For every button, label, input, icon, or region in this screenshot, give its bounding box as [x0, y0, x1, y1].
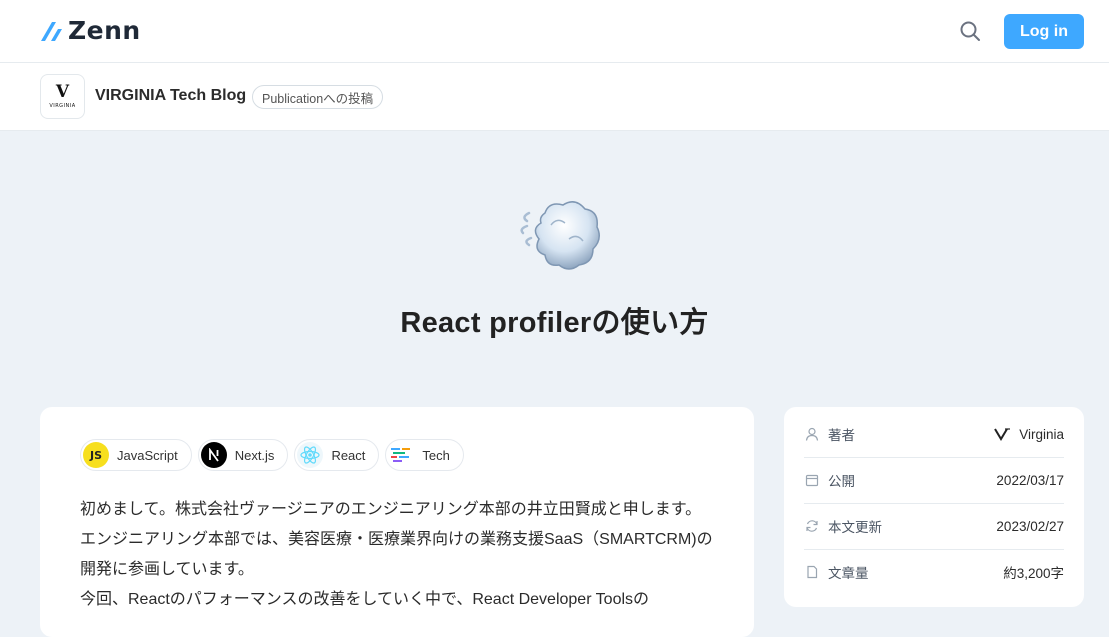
info-row-length: 文章量 約3,200字 — [804, 549, 1064, 595]
author-link[interactable]: Virginia — [993, 427, 1064, 442]
article-card: JS JavaScript Next.js React Tech 初めまして。株… — [40, 407, 754, 637]
topic-label: JavaScript — [117, 447, 178, 463]
updated-date: 2023/02/27 — [996, 518, 1064, 534]
info-row-updated: 本文更新 2023/02/27 — [804, 503, 1064, 550]
info-label: 公開 — [828, 474, 855, 489]
article-title: React profilerの使い方 — [400, 307, 709, 339]
search-icon — [960, 21, 980, 41]
zenn-logo-mark-icon — [41, 21, 62, 41]
site-header: Zenn Log in — [0, 0, 1109, 63]
publication-badge: Publicationへの投稿 — [252, 85, 384, 109]
topic-javascript[interactable]: JS JavaScript — [80, 439, 192, 471]
paragraph-line: 開発に参画しています。 — [80, 561, 254, 578]
user-icon — [804, 426, 820, 442]
author-avatar-icon — [994, 428, 1011, 441]
zenn-logo[interactable]: Zenn — [40, 18, 141, 43]
paragraph-line: 初めまして。株式会社ヴァージニアのエンジニアリング本部の井立田賢成と申します。 — [80, 501, 702, 518]
calendar-icon — [804, 472, 820, 488]
topic-label: Tech — [422, 447, 450, 463]
js-icon: JS — [83, 442, 109, 468]
publication-avatar[interactable]: V VIRGINIA — [40, 74, 85, 119]
publication-bar: V VIRGINIA VIRGINIA Tech Blog Publicatio… — [0, 63, 1109, 131]
document-icon — [804, 564, 820, 580]
info-label: 文章量 — [828, 566, 869, 581]
publication-avatar-mark: V — [55, 82, 70, 102]
info-row-published: 公開 2022/03/17 — [804, 457, 1064, 504]
login-button[interactable]: Log in — [1004, 14, 1084, 49]
topic-list: JS JavaScript Next.js React Tech — [80, 439, 464, 471]
topic-tech[interactable]: Tech — [385, 439, 464, 471]
tech-icon — [388, 442, 415, 468]
topic-label: React — [331, 447, 366, 463]
info-label: 著者 — [828, 428, 855, 443]
topic-label: Next.js — [234, 447, 275, 463]
paragraph-line: エンジニアリング本部では、美容医療・医療業界向けの業務支援SaaS（SMARTC… — [80, 531, 713, 548]
author-name: Virginia — [1019, 426, 1064, 442]
dashing-cloud-emoji-icon — [519, 195, 603, 273]
refresh-icon — [804, 518, 820, 534]
react-icon — [297, 442, 324, 468]
publication-name[interactable]: VIRGINIA Tech Blog — [95, 87, 246, 105]
logo-text: Zenn — [68, 16, 141, 45]
published-date: 2022/03/17 — [996, 472, 1064, 488]
search-button[interactable] — [958, 19, 982, 43]
paragraph-line: 今回、Reactのパフォーマンスの改善をしていく中で、React Develop… — [80, 591, 650, 608]
article-info-card: 著者 Virginia 公開 2022/03/17 本文更新 2023/02/2… — [784, 407, 1084, 607]
article-body: 初めまして。株式会社ヴァージニアのエンジニアリング本部の井立田賢成と申します。 … — [80, 495, 720, 615]
nextjs-icon — [200, 442, 227, 468]
publication-avatar-word: VIRGINIA — [49, 103, 76, 109]
article-length: 約3,200字 — [1003, 566, 1064, 581]
topic-nextjs[interactable]: Next.js — [197, 439, 289, 471]
info-row-author: 著者 Virginia — [804, 411, 1064, 458]
info-label: 本文更新 — [828, 520, 882, 535]
topic-react[interactable]: React — [294, 439, 380, 471]
